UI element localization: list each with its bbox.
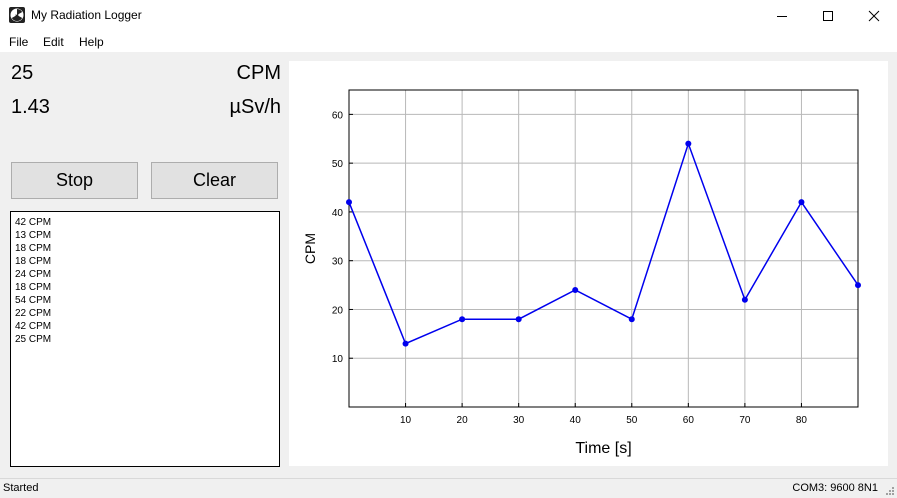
radiation-icon [9,7,25,23]
status-text: Started [3,482,39,494]
log-entry: 18 CPM [15,282,52,293]
window-title: My Radiation Logger [31,8,142,22]
y-tick-label: 30 [332,257,344,268]
maximize-icon [823,10,833,21]
cpm-unit: CPM [236,62,281,84]
log-entry: 24 CPM [15,269,52,280]
log-entry: 18 CPM [15,243,52,254]
menu-edit[interactable]: Edit [43,35,64,49]
x-tick-label: 40 [570,415,582,426]
y-tick-label: 40 [332,208,344,219]
log-entry: 22 CPM [15,308,52,319]
data-point [628,316,635,323]
data-point [459,316,466,323]
data-point [798,199,805,206]
x-tick-label: 60 [683,415,695,426]
x-tick-label: 70 [739,415,751,426]
x-axis-label: Time [s] [575,440,631,457]
data-point [741,296,748,303]
title-bar: My Radiation Logger [0,0,897,31]
y-tick-label: 60 [332,110,344,121]
log-entry: 42 CPM [15,321,52,332]
y-tick-label: 50 [332,159,344,170]
resize-grip-icon[interactable] [885,486,895,496]
minimize-icon [777,15,787,17]
log-entry: 54 CPM [15,295,52,306]
data-point [572,286,579,293]
minimize-button[interactable] [759,0,805,31]
status-bar: Started COM3: 9600 8N1 [0,478,897,498]
close-icon [868,10,880,21]
data-point [402,340,409,347]
x-tick-label: 30 [513,415,525,426]
stop-button[interactable]: Stop [11,162,138,199]
data-point [515,316,522,323]
log-entry: 13 CPM [15,230,52,241]
series-line [348,141,859,345]
port-status: COM3: 9600 8N1 [792,482,878,494]
y-axis-label: CPM [302,233,318,264]
data-point [346,199,352,206]
close-button[interactable] [851,0,897,31]
log-list[interactable]: 42 CPM 13 CPM 18 CPM 18 CPM 24 CPM 18 CPM 54 C… [10,211,280,467]
dose-unit: µSv/h [229,96,281,118]
log-entry: 18 CPM [15,256,52,267]
menu-file[interactable]: File [9,35,28,49]
y-tick-label: 20 [332,305,344,316]
x-tick-label: 80 [796,415,808,426]
clear-button[interactable]: Clear [151,162,278,199]
data-point [685,140,692,147]
plot-panel: 10 20 30 40 50 60 70 80 10 20 30 40 50 60 Time [s] CPM [289,61,888,466]
plot-frame [348,89,859,408]
maximize-button[interactable] [805,0,851,31]
data-point [855,282,861,289]
cpm-value: 25 [11,62,34,84]
x-tick-label: 50 [626,415,638,426]
log-entry: 42 CPM [15,217,52,228]
cpm-chart: 10 20 30 40 50 60 70 80 10 20 30 40 50 60 Time [s] CPM [302,89,861,457]
menu-help[interactable]: Help [79,35,104,49]
dose-value: 1.43 [11,96,50,118]
y-tick-label: 10 [332,354,344,365]
x-tick-label: 10 [400,415,412,426]
log-entry: 25 CPM [15,334,52,345]
menu-bar: File Edit Help [0,31,897,52]
x-tick-label: 20 [457,415,469,426]
